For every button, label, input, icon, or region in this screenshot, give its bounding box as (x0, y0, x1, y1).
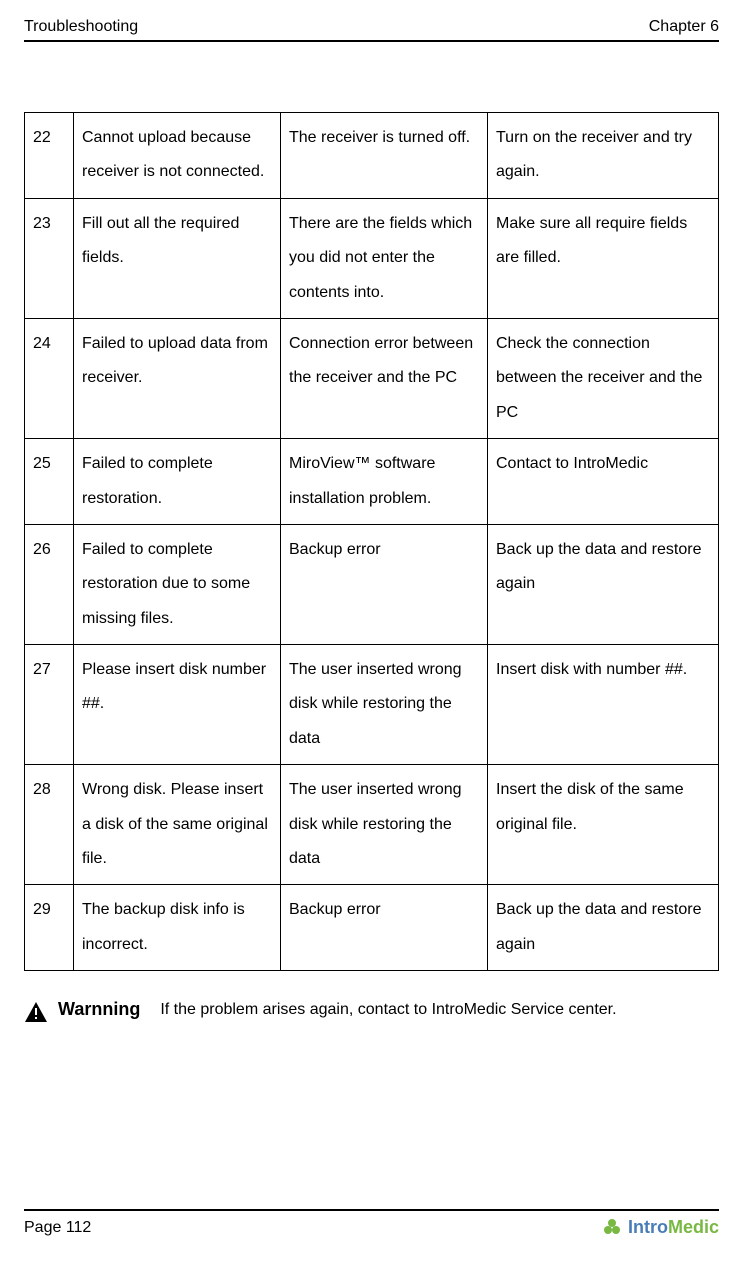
row-message: Cannot upload because receiver is not co… (74, 113, 281, 199)
page-header: Troubleshooting Chapter 6 (24, 18, 719, 42)
row-cause: There are the fields which you did not e… (281, 198, 488, 318)
troubleshooting-table: 22 Cannot upload because receiver is not… (24, 112, 719, 971)
warning-label: Warnning (58, 999, 140, 1020)
row-number: 24 (25, 318, 74, 438)
row-cause: The user inserted wrong disk while resto… (281, 645, 488, 765)
row-action: Check the connection between the receive… (488, 318, 719, 438)
row-cause: The receiver is turned off. (281, 113, 488, 199)
table-row: 22 Cannot upload because receiver is not… (25, 113, 719, 199)
row-number: 22 (25, 113, 74, 199)
row-message: Wrong disk. Please insert a disk of the … (74, 765, 281, 885)
row-number: 23 (25, 198, 74, 318)
row-number: 27 (25, 645, 74, 765)
row-action: Insert the disk of the same original fil… (488, 765, 719, 885)
row-cause: Connection error between the receiver an… (281, 318, 488, 438)
warning-text: If the problem arises again, contact to … (160, 999, 616, 1021)
clover-icon (604, 1219, 624, 1237)
table-row: 28 Wrong disk. Please insert a disk of t… (25, 765, 719, 885)
row-cause: Backup error (281, 885, 488, 971)
row-message: Fill out all the required fields. (74, 198, 281, 318)
table-row: 25 Failed to complete restoration. MiroV… (25, 439, 719, 525)
warning-icon (24, 1001, 48, 1023)
row-message: Please insert disk number ##. (74, 645, 281, 765)
table-row: 23 Fill out all the required fields. The… (25, 198, 719, 318)
row-action: Back up the data and restore again (488, 524, 719, 644)
row-action: Contact to IntroMedic (488, 439, 719, 525)
table-row: 26 Failed to complete restoration due to… (25, 524, 719, 644)
row-message: Failed to complete restoration due to so… (74, 524, 281, 644)
row-message: Failed to complete restoration. (74, 439, 281, 525)
logo-text: IntroMedic (628, 1217, 719, 1238)
row-action: Make sure all require fields are filled. (488, 198, 719, 318)
header-right: Chapter 6 (649, 18, 719, 36)
warning-block: Warnning If the problem arises again, co… (24, 999, 719, 1023)
row-action: Insert disk with number ##. (488, 645, 719, 765)
header-left: Troubleshooting (24, 18, 138, 36)
row-message: Failed to upload data from receiver. (74, 318, 281, 438)
row-number: 25 (25, 439, 74, 525)
row-cause: The user inserted wrong disk while resto… (281, 765, 488, 885)
row-number: 28 (25, 765, 74, 885)
row-message: The backup disk info is incorrect. (74, 885, 281, 971)
page-footer: Page 112 IntroMedic (24, 1209, 719, 1238)
row-number: 29 (25, 885, 74, 971)
row-cause: Backup error (281, 524, 488, 644)
row-cause: MiroView™ software installation problem. (281, 439, 488, 525)
row-number: 26 (25, 524, 74, 644)
page-number: Page 112 (24, 1219, 91, 1237)
row-action: Turn on the receiver and try again. (488, 113, 719, 199)
table-row: 29 The backup disk info is incorrect. Ba… (25, 885, 719, 971)
table-row: 24 Failed to upload data from receiver. … (25, 318, 719, 438)
intromedic-logo: IntroMedic (604, 1217, 719, 1238)
table-row: 27 Please insert disk number ##. The use… (25, 645, 719, 765)
row-action: Back up the data and restore again (488, 885, 719, 971)
